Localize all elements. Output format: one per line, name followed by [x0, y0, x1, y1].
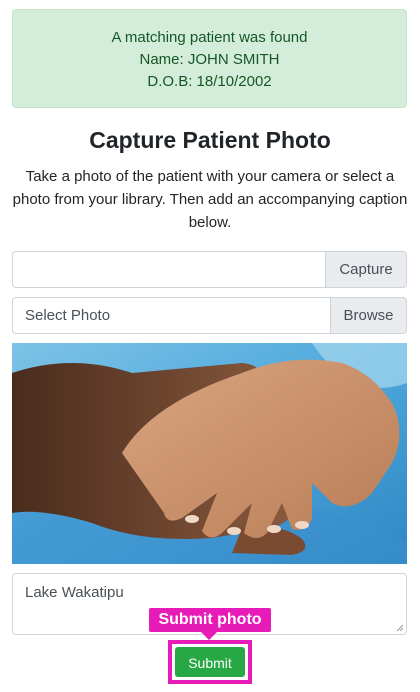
- submit-highlight: Submit: [168, 640, 252, 684]
- select-photo-field[interactable]: Select Photo: [12, 297, 330, 334]
- page-title: Capture Patient Photo: [89, 127, 331, 153]
- select-photo-group: Select Photo Browse: [12, 297, 407, 334]
- patient-dob: D.O.B: 18/10/2002: [147, 73, 272, 90]
- capture-button[interactable]: Capture: [325, 251, 407, 288]
- match-alert: A matching patient was found Name: JOHN …: [12, 9, 407, 108]
- alert-message: A matching patient was found: [111, 29, 308, 46]
- capture-photo-page: A matching patient was found Name: JOHN …: [0, 0, 420, 692]
- resize-handle-icon[interactable]: [396, 624, 404, 632]
- capture-field[interactable]: [12, 251, 325, 288]
- tooltip-arrow: [201, 632, 217, 640]
- browse-button[interactable]: Browse: [330, 297, 407, 334]
- capture-input-group: Capture: [12, 251, 407, 288]
- instructions-text: Take a photo of the patient with your ca…: [12, 168, 408, 231]
- submit-button[interactable]: Submit: [175, 647, 245, 677]
- submit-tooltip: Submit photo: [149, 608, 271, 632]
- patient-photo-preview: [12, 343, 407, 564]
- caption-text: Lake Wakatipu: [25, 584, 124, 601]
- patient-name: Name: JOHN SMITH: [139, 51, 280, 68]
